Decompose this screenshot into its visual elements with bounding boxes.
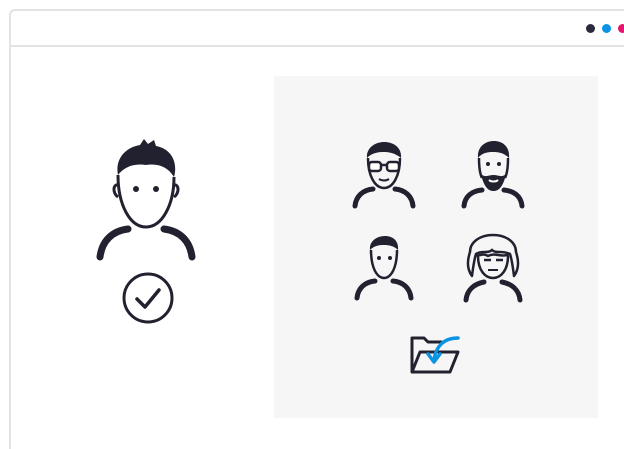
- blue-dot[interactable]: [602, 24, 611, 33]
- pink-dot[interactable]: [618, 24, 624, 33]
- user-avatar-icon: [88, 135, 204, 265]
- window-controls: [586, 24, 624, 33]
- check-circle-icon: [120, 270, 176, 326]
- long-hair-user-icon[interactable]: [458, 232, 528, 306]
- window-titlebar: [11, 11, 624, 47]
- dark-dot[interactable]: [586, 24, 595, 33]
- user-selection-panel: [274, 76, 598, 418]
- folder-import-icon[interactable]: [408, 330, 466, 376]
- short-hair-user-icon[interactable]: [349, 232, 419, 306]
- glasses-user-icon[interactable]: [349, 138, 419, 212]
- bearded-user-icon[interactable]: [458, 138, 528, 212]
